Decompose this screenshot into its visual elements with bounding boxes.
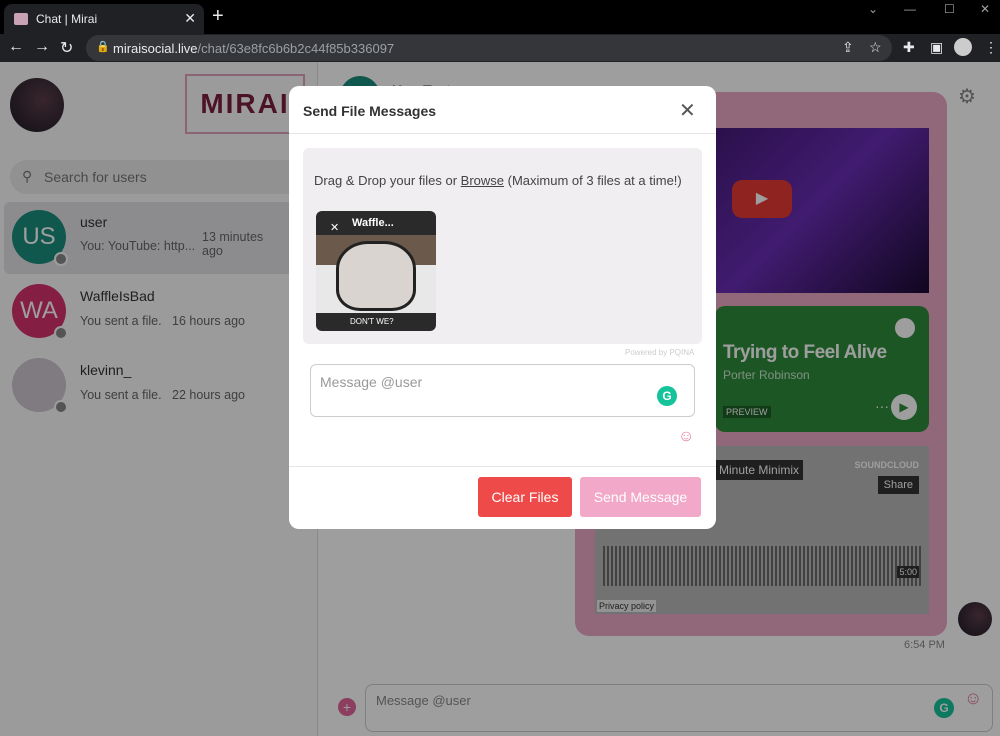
divider xyxy=(289,466,716,467)
favicon-icon xyxy=(14,13,28,25)
emoji-icon[interactable]: ☺ xyxy=(678,428,694,446)
file-dropzone[interactable]: Drag & Drop your files or Browse (Maximu… xyxy=(303,148,702,344)
sidepanel-icon[interactable]: ▣ xyxy=(930,39,943,56)
minimize-icon[interactable]: — xyxy=(904,2,916,16)
new-tab-button[interactable]: + xyxy=(212,5,224,28)
tab-close-icon[interactable]: ✕ xyxy=(184,10,196,27)
dropzone-instructions: Drag & Drop your files or Browse (Maximu… xyxy=(314,173,682,188)
address-bar[interactable]: 🔒 miraisocial.live/chat/63e8fc6b6b2c44f8… xyxy=(86,35,892,61)
close-icon[interactable]: ✕ xyxy=(679,98,696,123)
grammarly-icon[interactable]: G xyxy=(657,386,677,406)
reload-icon[interactable]: ↻ xyxy=(60,38,73,58)
maximize-icon[interactable]: ☐ xyxy=(944,2,955,16)
modal-message-input[interactable]: Message @user xyxy=(310,364,695,417)
browse-link[interactable]: Browse xyxy=(461,173,504,188)
modal-message-placeholder: Message @user xyxy=(320,374,423,390)
window-close-icon[interactable]: ✕ xyxy=(980,2,990,16)
share-icon[interactable]: ⇪ xyxy=(842,39,854,56)
divider xyxy=(289,133,716,134)
url-text: miraisocial.live/chat/63e8fc6b6b2c44f85b… xyxy=(113,41,395,56)
tab-title: Chat | Mirai xyxy=(36,12,98,26)
back-icon[interactable]: ← xyxy=(8,38,24,56)
browser-toolbar: ← → ↻ 🔒 miraisocial.live/chat/63e8fc6b6b… xyxy=(0,34,1000,62)
modal-title: Send File Messages xyxy=(303,103,437,119)
lock-icon: 🔒 xyxy=(96,41,110,53)
file-name: Waffle... xyxy=(352,217,394,229)
send-message-button[interactable]: Send Message xyxy=(580,477,701,517)
browser-titlebar: Chat | Mirai ✕ + ⌄ — ☐ ✕ xyxy=(0,0,1000,34)
file-thumbnail: ✕ Waffle... DON'T WE? xyxy=(316,211,436,331)
browser-tab[interactable]: Chat | Mirai ✕ xyxy=(4,4,204,34)
extensions-icon[interactable]: ✚ xyxy=(903,39,915,56)
send-file-modal: Send File Messages ✕ Drag & Drop your fi… xyxy=(289,86,716,529)
thumbnail-caption: DON'T WE? xyxy=(350,317,394,326)
forward-icon[interactable]: → xyxy=(34,38,50,56)
bookmark-star-icon[interactable]: ☆ xyxy=(869,39,882,56)
menu-kebab-icon[interactable]: ⋮ xyxy=(984,39,998,56)
chevron-down-icon[interactable]: ⌄ xyxy=(868,2,878,16)
profile-avatar[interactable] xyxy=(954,38,972,56)
remove-file-icon[interactable]: ✕ xyxy=(330,221,339,234)
powered-by: Powered by PQINA xyxy=(625,348,695,357)
clear-files-button[interactable]: Clear Files xyxy=(478,477,572,517)
thumbnail-image xyxy=(336,241,416,311)
app-root: MIRAI ⚲ Search for users US user You: Yo… xyxy=(0,62,1000,736)
